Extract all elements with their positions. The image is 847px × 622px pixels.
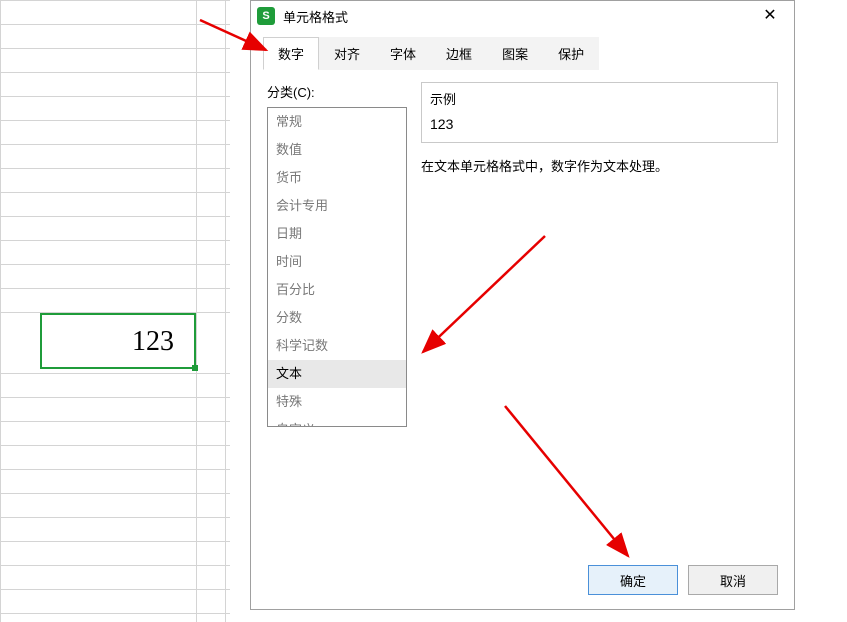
category-currency[interactable]: 货币 [268, 164, 406, 192]
format-cells-dialog: S 单元格格式 ✕ 数字 对齐 字体 边框 图案 保护 分类(C): 常规 数值… [250, 0, 795, 610]
category-percentage[interactable]: 百分比 [268, 276, 406, 304]
button-row: 确定 取消 [588, 565, 778, 595]
dialog-title: 单元格格式 [283, 7, 752, 26]
category-number[interactable]: 数值 [268, 136, 406, 164]
category-fraction[interactable]: 分数 [268, 304, 406, 332]
category-special[interactable]: 特殊 [268, 388, 406, 416]
category-label: 分类(C): [267, 82, 407, 101]
tab-protection[interactable]: 保护 [543, 37, 599, 70]
close-icon: ✕ [763, 8, 776, 24]
category-date[interactable]: 日期 [268, 220, 406, 248]
ok-button[interactable]: 确定 [588, 565, 678, 595]
example-value: 123 [430, 116, 769, 132]
cancel-button[interactable]: 取消 [688, 565, 778, 595]
tabstrip: 数字 对齐 字体 边框 图案 保护 [251, 31, 794, 70]
category-column: 分类(C): 常规 数值 货币 会计专用 日期 时间 百分比 分数 科学记数 文… [267, 82, 407, 427]
category-general[interactable]: 常规 [268, 108, 406, 136]
category-accounting[interactable]: 会计专用 [268, 192, 406, 220]
tab-border[interactable]: 边框 [431, 37, 487, 70]
example-label: 示例 [430, 89, 769, 108]
tab-alignment[interactable]: 对齐 [319, 37, 375, 70]
close-button[interactable]: ✕ [752, 3, 788, 29]
example-box: 示例 123 [421, 82, 778, 143]
category-scientific[interactable]: 科学记数 [268, 332, 406, 360]
tab-number[interactable]: 数字 [263, 37, 319, 70]
cell-value: 123 [132, 326, 174, 358]
category-text[interactable]: 文本 [268, 360, 406, 388]
category-time[interactable]: 时间 [268, 248, 406, 276]
app-icon: S [257, 7, 275, 25]
detail-column: 示例 123 在文本单元格格式中，数字作为文本处理。 [421, 82, 778, 427]
format-description: 在文本单元格格式中，数字作为文本处理。 [421, 157, 778, 177]
dialog-body: 分类(C): 常规 数值 货币 会计专用 日期 时间 百分比 分数 科学记数 文… [251, 70, 794, 427]
titlebar: S 单元格格式 ✕ [251, 1, 794, 31]
tab-font[interactable]: 字体 [375, 37, 431, 70]
category-custom[interactable]: 自定义 [268, 416, 406, 427]
category-list[interactable]: 常规 数值 货币 会计专用 日期 时间 百分比 分数 科学记数 文本 特殊 自定… [267, 107, 407, 427]
tab-patterns[interactable]: 图案 [487, 37, 543, 70]
